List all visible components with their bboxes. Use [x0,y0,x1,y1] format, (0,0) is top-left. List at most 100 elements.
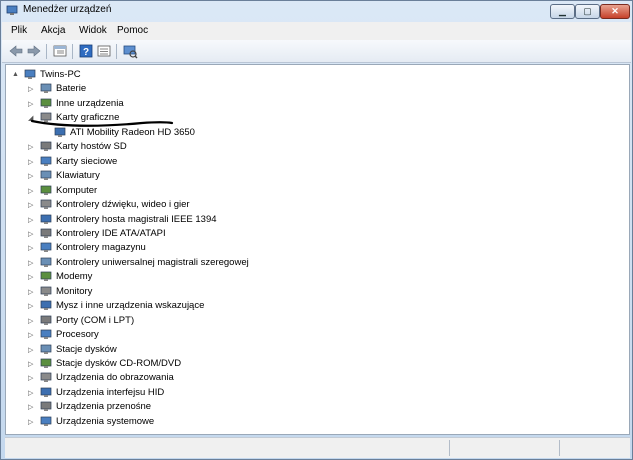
expand-arrow-icon[interactable]: ▷ [28,172,33,180]
device-category-icon [40,358,52,369]
tree-device[interactable]: ATI Mobility Radeon HD 3650 [6,126,626,140]
expand-arrow-icon[interactable]: ▷ [28,418,33,426]
menu-akcja[interactable]: Akcja [41,25,65,36]
tree-item-label: Karty hostów SD [56,141,127,153]
list-view-icon[interactable] [96,43,112,59]
tree-item-label: Kontrolery IDE ATA/ATAPI [56,227,166,239]
expand-arrow-icon[interactable]: ▷ [28,216,33,224]
status-separator [449,440,450,456]
tree-category[interactable]: ▷ Kontrolery dźwięku, wideo i gier [6,198,626,212]
expand-arrow-icon[interactable]: ▷ [28,201,33,209]
tree-category[interactable]: ▷ Urządzenia systemowe [6,415,626,429]
forward-arrow-icon[interactable] [26,43,42,59]
menu-widok[interactable]: Widok [79,25,107,36]
expand-arrow-icon[interactable]: ▷ [28,100,33,108]
expand-arrow-icon[interactable]: ▷ [28,187,33,195]
tree-item-label: Stacje dysków CD-ROM/DVD [56,358,182,369]
device-category-icon [40,401,52,412]
expand-arrow-icon[interactable]: ◢ [28,114,33,122]
expand-arrow-icon[interactable]: ▷ [28,360,33,368]
tree-category[interactable]: ▷ Kontrolery magazynu [6,241,626,255]
expand-arrow-icon[interactable]: ▷ [28,230,33,238]
tree-item-label: Urządzenia do obrazowania [56,372,174,384]
tree-item-label: Urządzenia interfejsu HID [56,386,165,398]
tree-category[interactable]: ◢ Karty graficzne [6,111,626,125]
tree-category[interactable]: ▷ Baterie [6,82,626,96]
tree-category[interactable]: ▷ Kontrolery hosta magistrali IEEE 1394 [6,213,626,227]
device-category-icon [40,416,52,427]
expand-arrow-icon[interactable]: ▷ [28,288,33,296]
device-category-icon [40,199,52,210]
device-manager-icon [6,5,18,15]
tree-category[interactable]: ▷ Karty sieciowe [6,155,626,169]
tree-item-label: Urządzenia przenośne [56,401,152,413]
toolbar-separator [116,44,117,59]
expand-arrow-icon[interactable]: ▷ [28,389,33,397]
tree-category[interactable]: ▷ Inne urządzenia [6,97,626,111]
tree-item-label: Stacje dysków [56,343,117,355]
device-category-icon [40,271,52,282]
tree-category[interactable]: ▷ Stacje dysków [6,343,626,357]
expand-arrow-icon[interactable]: ▷ [28,244,33,252]
maximize-button[interactable]: ▢ [575,4,600,19]
device-category-icon [40,170,52,181]
menu-bar: Plik Akcja Widok Pomoc [2,22,631,40]
toolbar: ? [2,40,631,63]
tree-item-label: Karty graficzne [56,112,120,124]
back-arrow-icon[interactable] [8,43,24,59]
expand-arrow-icon[interactable]: ▷ [28,331,33,339]
minimize-button[interactable]: ▁ [550,4,575,19]
expand-arrow-icon[interactable]: ▷ [28,259,33,267]
tree-item-label: Modemy [56,271,93,283]
tree-category[interactable]: ▷ Monitory [6,285,626,299]
tree-category[interactable]: ▷ Urządzenia do obrazowania [6,371,626,385]
tree-category[interactable]: ▷ Modemy [6,270,626,284]
scan-hardware-icon[interactable] [122,43,138,59]
tree-category[interactable]: ▷ Urządzenia interfejsu HID [6,386,626,400]
tree-category[interactable]: ▷ Urządzenia przenośne [6,400,626,414]
properties-view-icon[interactable] [52,43,68,59]
toolbar-separator [72,44,73,59]
tree-category[interactable]: ▷ Mysz i inne urządzenia wskazujące [6,299,626,313]
device-category-icon [40,329,52,340]
device-category-icon [40,214,52,225]
tree-category[interactable]: ▷ Porty (COM i LPT) [6,314,626,328]
tree-category[interactable]: ▷ Klawiatury [6,169,626,183]
expand-arrow-icon[interactable]: ▷ [28,317,33,325]
help-icon[interactable]: ? [78,43,94,59]
device-category-icon [40,315,52,326]
tree-item-label: Urządzenia systemowe [56,415,155,427]
expand-arrow-icon[interactable]: ▷ [28,346,33,354]
tree-category[interactable]: ▷ Komputer [6,184,626,198]
tree-item-label: Komputer [56,184,98,196]
tree-category[interactable]: ▷ Karty hostów SD [6,140,626,154]
device-category-icon [40,228,52,239]
tree-category[interactable]: ▷ Kontrolery uniwersalnej magistrali szer… [6,256,626,270]
device-category-icon [40,387,52,398]
tree-item-label: ATI Mobility Radeon HD 3650 [70,126,195,138]
device-category-icon [40,83,52,94]
expand-arrow-icon[interactable]: ▷ [28,85,33,93]
expand-arrow-icon[interactable]: ▷ [28,158,33,166]
tree-root[interactable]: ▲ Twins-PC [6,68,626,82]
device-category-icon [40,300,52,311]
expand-arrow-icon[interactable]: ▷ [28,403,33,411]
tree-category[interactable]: ▷ Procesory [6,328,626,342]
menu-pomoc[interactable]: Pomoc [117,25,148,36]
tree-item-label: Inne urządzenia [56,97,124,109]
collapse-arrow-icon[interactable]: ▲ [12,71,19,78]
expand-arrow-icon[interactable]: ▷ [28,302,33,310]
device-tree[interactable]: ▲ Twins-PC ▷ Baterie ▷ Inne urządzenia ◢ Karty … [5,64,630,435]
expand-arrow-icon[interactable]: ▷ [28,374,33,382]
computer-icon [24,69,36,80]
tree-item-label: Procesory [56,329,99,341]
device-category-icon [40,257,52,268]
menu-plik[interactable]: Plik [11,25,27,36]
tree-category[interactable]: ▷ Stacje dysków CD-ROM/DVD [6,357,626,371]
expand-arrow-icon[interactable]: ▷ [28,143,33,151]
tree-item-label: Porty (COM i LPT) [56,314,135,326]
close-button[interactable]: ✕ [600,4,630,19]
expand-arrow-icon[interactable]: ▷ [28,273,33,281]
tree-item-label: Kontrolery magazynu [56,242,146,254]
tree-category[interactable]: ▷ Kontrolery IDE ATA/ATAPI [6,227,626,241]
